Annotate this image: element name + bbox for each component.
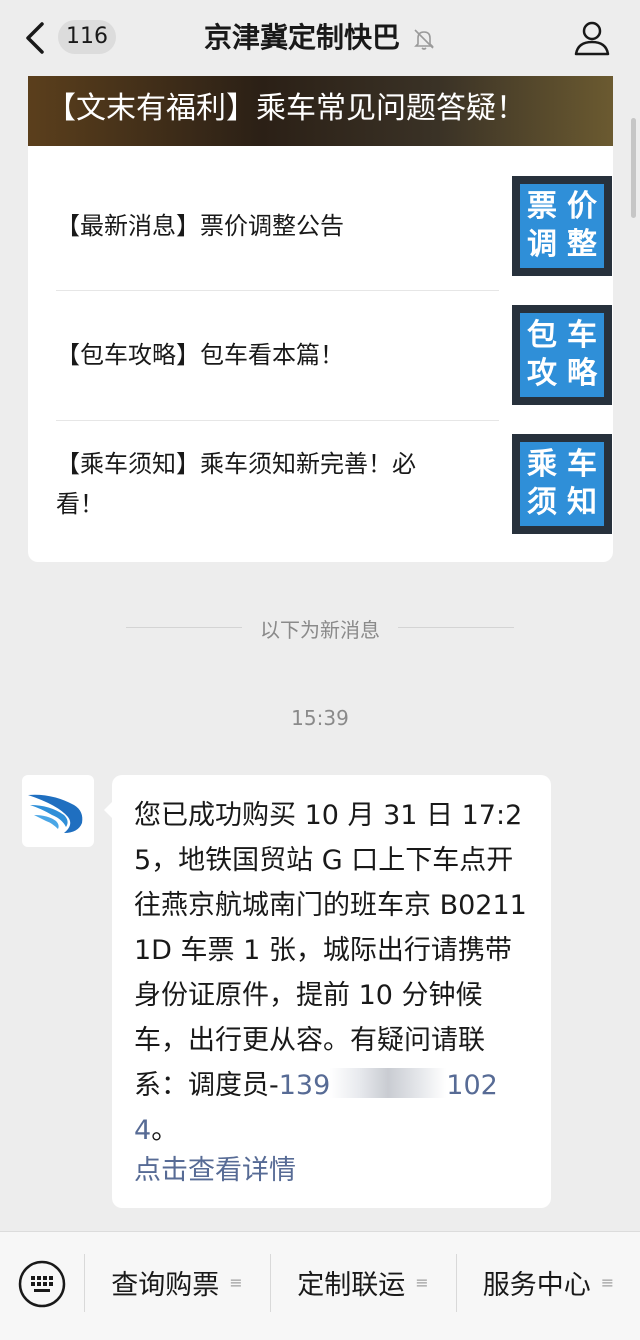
article-title: 【乘车须知】乘车须知新完善！必看！ (56, 450, 416, 518)
message-end: 。 (151, 1115, 179, 1146)
thumb-char: 车 (567, 447, 597, 482)
new-messages-divider: 以下为新消息 (260, 618, 380, 642)
thumb-char: 包 (527, 318, 557, 353)
message-timestamp: 15:39 (291, 706, 349, 730)
menu-label: 定制联运 (297, 1269, 406, 1301)
menu-custom-transfer[interactable]: 定制联运 ≡ (271, 1232, 455, 1332)
view-details-link[interactable]: 点击查看详情 (134, 1148, 296, 1193)
divider (56, 290, 499, 291)
thumb-char: 整 (567, 227, 597, 262)
article-item[interactable]: 【包车攻略】包车看本篇！ 包车攻略 (56, 305, 613, 405)
menu-service-center[interactable]: 服务中心 ≡ (457, 1232, 640, 1332)
article-thumbnail: 乘车须知 (512, 434, 612, 534)
wing-logo-icon (28, 794, 83, 833)
thumb-char: 价 (567, 189, 597, 224)
article-banner[interactable]: 【文末有福利】乘车常见问题答疑！ (28, 76, 613, 146)
bottom-menu: 查询购票 ≡ 定制联运 ≡ 服务中心 ≡ (0, 1231, 640, 1340)
message-bubble[interactable]: 您已成功购买 10 月 31 日 17:25，地铁国贸站 G 口上下车点开往燕京… (104, 775, 551, 1208)
bubble-tail (104, 801, 113, 819)
chat-title-text: 京津冀定制快巴 (203, 21, 400, 54)
message-text: 您已成功购买 10 月 31 日 17:25，地铁国贸站 G 口上下车点开往燕京… (134, 793, 534, 1153)
article-thumbnail: 包车攻略 (512, 305, 612, 405)
phone-redaction (330, 1068, 447, 1098)
article-title: 【包车攻略】包车看本篇！ (56, 341, 344, 369)
article-item[interactable]: 【乘车须知】乘车须知新完善！必看！ 乘车须知 (56, 434, 613, 534)
thumb-char: 调 (527, 227, 557, 262)
article-item[interactable]: 【最新消息】票价调整公告 票价调整 (56, 176, 613, 276)
thumb-char: 攻 (527, 356, 557, 391)
keyboard-icon[interactable] (18, 1260, 66, 1308)
menu-label: 服务中心 (482, 1269, 591, 1301)
banner-title: 【文末有福利】乘车常见问题答疑！ (46, 91, 526, 126)
bell-off-icon (414, 29, 434, 50)
article-thumbnail: 票价调整 (512, 176, 612, 276)
person-icon[interactable] (572, 18, 612, 58)
thumb-char: 须 (527, 485, 557, 520)
chat-header: 116 京津冀定制快巴 (0, 0, 640, 76)
message-body: 您已成功购买 10 月 31 日 17:25，地铁国贸站 G 口上下车点开往燕京… (134, 800, 527, 1101)
menu-list-icon: ≡ (415, 1272, 429, 1292)
menu-query-tickets[interactable]: 查询购票 ≡ (85, 1232, 269, 1332)
thumb-char: 乘 (527, 447, 557, 482)
thumb-char: 票 (527, 189, 557, 224)
divider (56, 420, 499, 421)
article-card[interactable]: 【文末有福利】乘车常见问题答疑！ 【最新消息】票价调整公告 票价调整 【包车攻略… (28, 76, 613, 562)
menu-list-icon: ≡ (229, 1272, 243, 1292)
chat-title: 京津冀定制快巴 (0, 18, 640, 58)
thumb-char: 略 (567, 356, 597, 391)
scrollbar[interactable] (631, 118, 636, 218)
sender-avatar[interactable] (22, 775, 94, 847)
menu-list-icon: ≡ (600, 1272, 615, 1292)
thumb-char: 车 (567, 318, 597, 353)
phone-prefix: 139 (278, 1070, 331, 1101)
thumb-char: 知 (567, 485, 597, 520)
menu-label: 查询购票 (111, 1269, 220, 1301)
article-title: 【最新消息】票价调整公告 (56, 212, 344, 240)
